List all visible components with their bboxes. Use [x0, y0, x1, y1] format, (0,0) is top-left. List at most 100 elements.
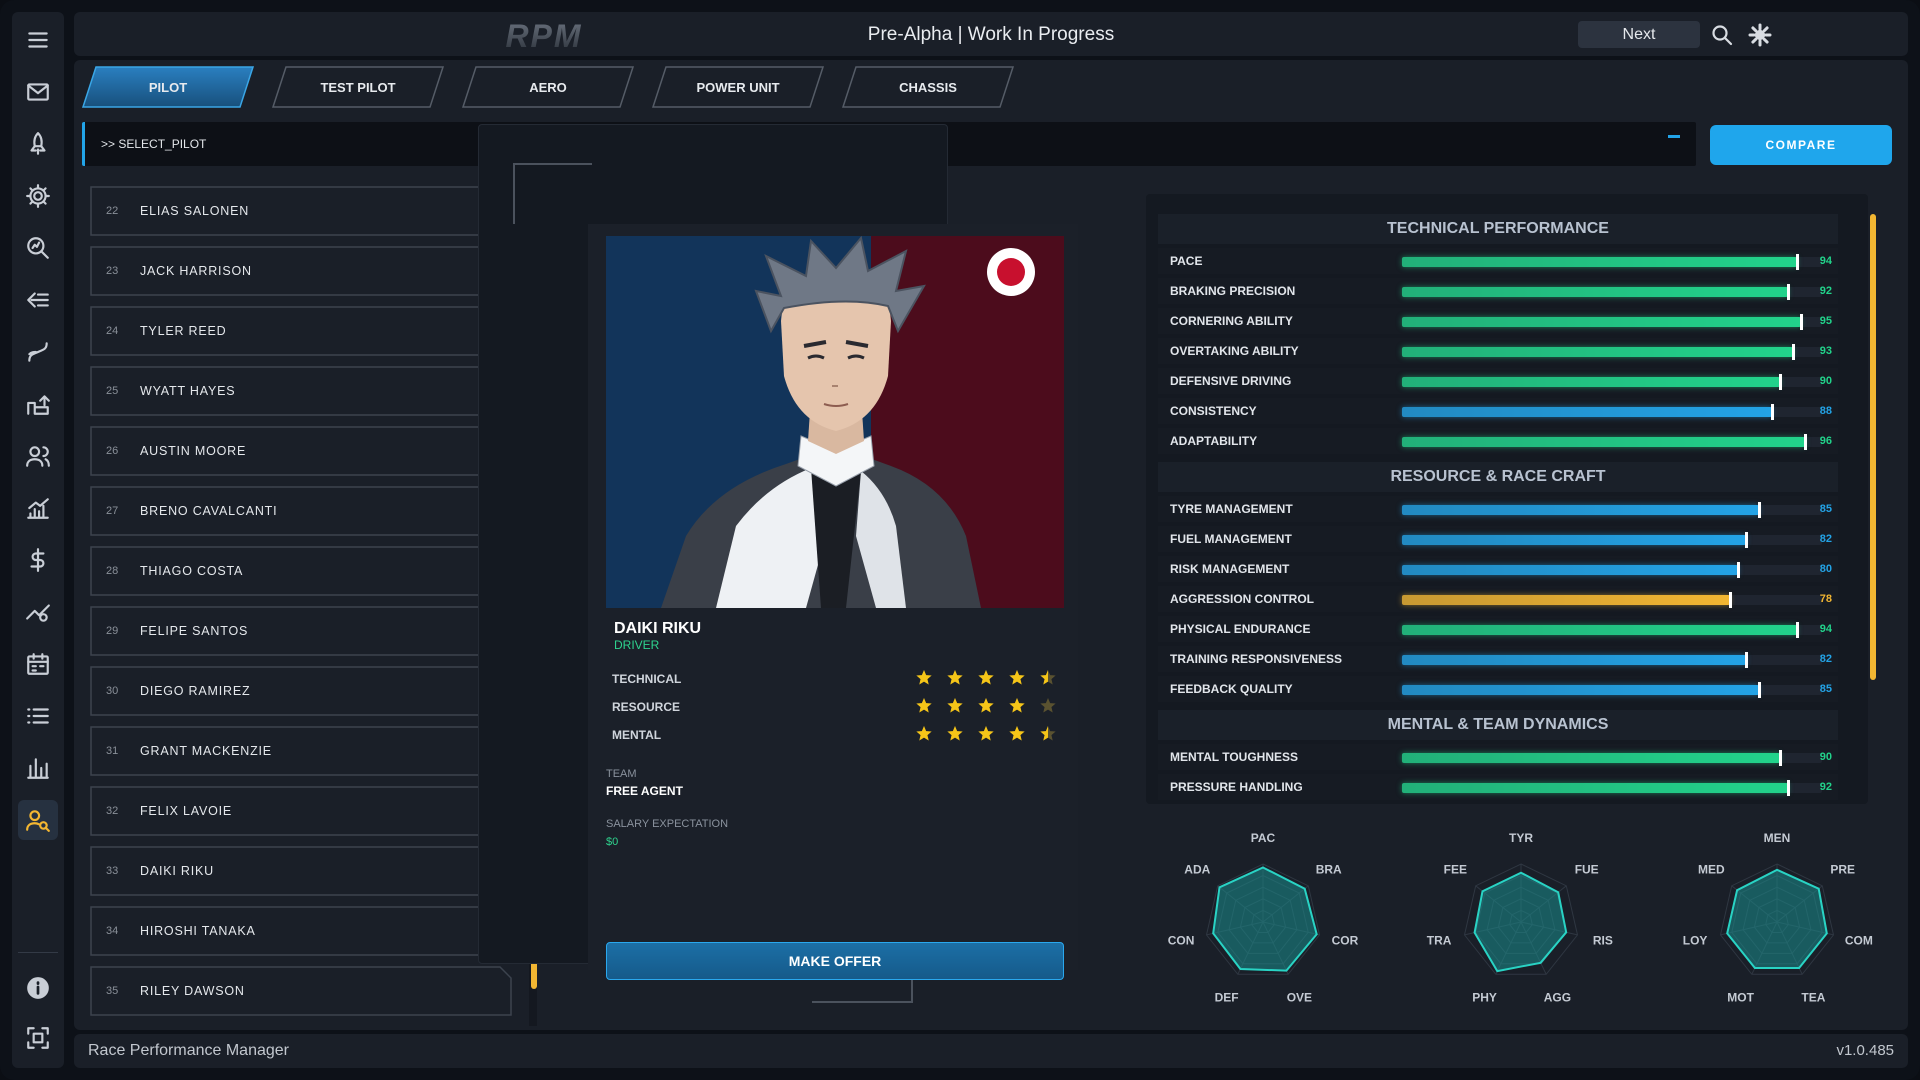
radar-axis-label: LOY	[1683, 934, 1708, 948]
search-analytics-icon[interactable]	[18, 228, 58, 268]
tab-chassis[interactable]: CHASSIS	[842, 66, 1014, 108]
pilot-number: 31	[106, 745, 119, 757]
gear-icon[interactable]	[18, 176, 58, 216]
pilot-number: 27	[106, 505, 119, 517]
stat-value: 90	[1819, 375, 1832, 387]
pilot-list-item[interactable]: 33 DAIKI RIKU	[90, 846, 512, 896]
radar-axis-label: COR	[1332, 934, 1359, 948]
pilot-number: 23	[106, 265, 119, 277]
next-button[interactable]: Next	[1578, 21, 1700, 48]
pilot-list-item[interactable]: 31 GRANT MACKENZIE	[90, 726, 512, 776]
pilot-list-item[interactable]: 32 FELIX LAVOIE	[90, 786, 512, 836]
stat-label: PHYSICAL ENDURANCE	[1170, 622, 1311, 636]
stats-scrollbar-thumb[interactable]	[1870, 214, 1876, 680]
stat-bar-track	[1402, 592, 1822, 608]
tab-power-unit[interactable]: POWER UNIT	[652, 66, 824, 108]
pilot-search-icon[interactable]	[18, 800, 58, 840]
stat-row: PACE 94	[1158, 248, 1838, 274]
stat-row: ADAPTABILITY 96	[1158, 428, 1838, 454]
stat-value: 85	[1819, 503, 1832, 515]
sidebar-divider	[18, 952, 58, 953]
chart-up-icon[interactable]	[18, 488, 58, 528]
calendar-icon[interactable]	[18, 644, 58, 684]
radar-resource: TYR FUE RIS AGG PHY TRA FEE	[1427, 831, 1613, 1005]
stat-bar-fill	[1402, 562, 1740, 578]
pilot-list-item[interactable]: 29 FELIPE SANTOS	[90, 606, 512, 656]
pilot-list-item[interactable]: 28 THIAGO COSTA	[90, 546, 512, 596]
rating-label-resource: RESOURCE	[612, 700, 681, 714]
salary-value: $0	[606, 836, 619, 848]
dollar-icon[interactable]	[18, 540, 58, 580]
curve-icon[interactable]	[18, 332, 58, 372]
radar-axis-label: CON	[1168, 934, 1195, 948]
stat-label: AGGRESSION CONTROL	[1170, 592, 1315, 606]
stat-label: FUEL MANAGEMENT	[1170, 532, 1292, 546]
stat-bar-track	[1402, 562, 1822, 578]
radar-axis-label: MOT	[1727, 991, 1754, 1005]
back-list-icon[interactable]	[18, 280, 58, 320]
stat-value: 95	[1819, 315, 1832, 327]
stat-bar-track	[1402, 434, 1822, 450]
stat-bar-fill	[1402, 374, 1782, 390]
japan-flag-icon	[987, 248, 1035, 296]
stat-bar-track	[1402, 314, 1822, 330]
stars-mental	[916, 726, 1056, 741]
stat-bar-fill	[1402, 652, 1749, 668]
pilot-name: DAIKI RIKU	[614, 620, 702, 637]
pilot-list-item[interactable]: 35 RILEY DAWSON	[90, 966, 512, 1016]
upgrade-icon[interactable]	[18, 384, 58, 424]
pilot-list-item[interactable]: 34 HIROSHI TANAKA	[90, 906, 512, 956]
pilot-list-item[interactable]: 23 JACK HARRISON	[90, 246, 512, 296]
search-icon[interactable]	[1710, 23, 1734, 47]
star-icon	[916, 698, 932, 713]
info-icon[interactable]	[18, 968, 58, 1008]
pilot-portrait	[606, 236, 1064, 608]
stats-panel[interactable]: TECHNICAL PERFORMANCE PACE 94 BRAKING PRECI…	[1146, 194, 1868, 804]
compare-button[interactable]: COMPARE	[1710, 125, 1892, 165]
team-label: TEAM	[606, 768, 637, 780]
bar-chart-icon[interactable]	[18, 748, 58, 788]
pilot-list-item[interactable]: 30 DIEGO RAMIREZ	[90, 666, 512, 716]
stat-bar-track	[1402, 374, 1822, 390]
star-icon	[978, 698, 994, 713]
rocket-icon[interactable]	[18, 124, 58, 164]
pilot-list-item[interactable]: 25 WYATT HAYES	[90, 366, 512, 416]
settings-gear-icon[interactable]	[1748, 23, 1772, 47]
stat-label: PRESSURE HANDLING	[1170, 780, 1303, 794]
radar-axis-label: PHY	[1472, 991, 1497, 1005]
radar-value-area	[1473, 871, 1568, 973]
make-offer-button[interactable]: MAKE OFFER	[606, 942, 1064, 980]
star-icon	[1009, 670, 1025, 685]
stat-bar-track	[1402, 750, 1822, 766]
pilot-number: 24	[106, 325, 119, 337]
tab-pilot[interactable]: PILOT	[82, 66, 254, 108]
collapse-icon[interactable]	[1668, 135, 1680, 138]
mail-icon[interactable]	[18, 72, 58, 112]
pilot-list-item[interactable]: 27 BRENO CAVALCANTI	[90, 486, 512, 536]
radar-axis-label: AGG	[1544, 991, 1571, 1005]
pilot-name-label: RILEY DAWSON	[140, 984, 245, 998]
scan-icon[interactable]	[18, 1018, 58, 1058]
trend-icon[interactable]	[18, 592, 58, 632]
tab-aero[interactable]: AERO	[462, 66, 634, 108]
list-icon[interactable]	[18, 696, 58, 736]
pilot-list-item[interactable]: 24 TYLER REED	[90, 306, 512, 356]
pilot-role: DRIVER	[614, 638, 660, 652]
stat-value: 88	[1819, 405, 1832, 417]
radar-axis-label: PRE	[1830, 863, 1855, 877]
radar-value-area	[1212, 866, 1318, 972]
stat-row: MENTAL TOUGHNESS 90	[1158, 744, 1838, 770]
pilot-list[interactable]: 22 ELIAS SALONEN 23 JACK HARRISON 24 TYLER RE…	[82, 186, 540, 1026]
top-bar: RPM Pre-Alpha | Work In Progress Next	[74, 12, 1908, 56]
menu-icon[interactable]	[18, 20, 58, 60]
people-icon[interactable]	[18, 436, 58, 476]
pilot-list-item[interactable]: 22 ELIAS SALONEN	[90, 186, 512, 236]
stat-row: FEEDBACK QUALITY 85	[1158, 676, 1838, 702]
star-icon	[916, 726, 932, 741]
tab-test-pilot[interactable]: TEST PILOT	[272, 66, 444, 108]
stat-row: AGGRESSION CONTROL 78	[1158, 586, 1838, 612]
pilot-list-item[interactable]: 26 AUSTIN MOORE	[90, 426, 512, 476]
pilot-name-label: BRENO CAVALCANTI	[140, 504, 278, 518]
stars-technical	[916, 670, 1056, 685]
pilot-name-label: FELIX LAVOIE	[140, 804, 233, 818]
